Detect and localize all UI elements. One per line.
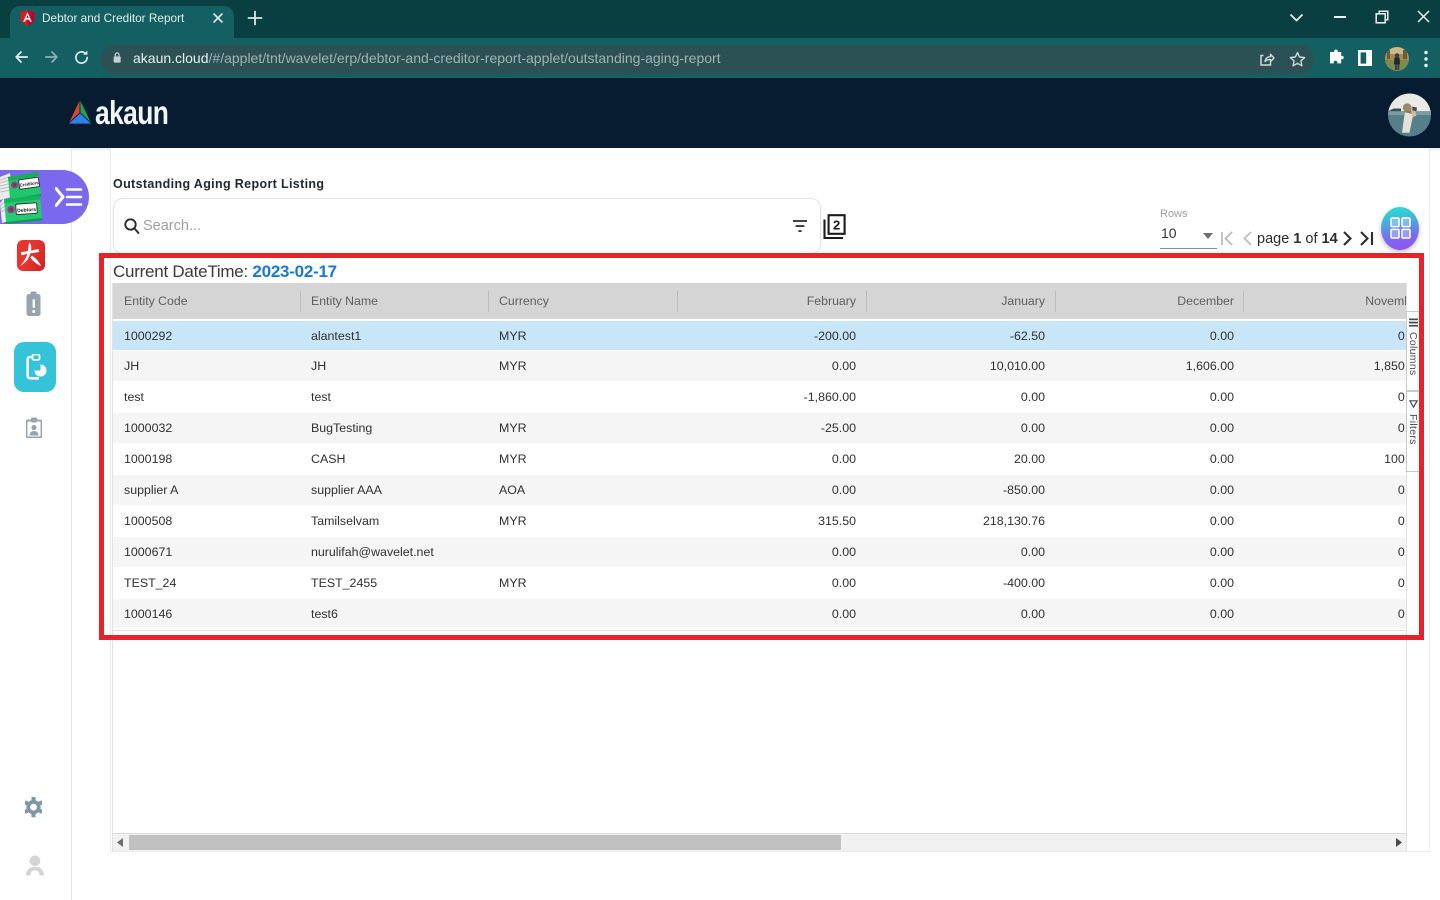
svg-text:2: 2 — [833, 218, 840, 233]
